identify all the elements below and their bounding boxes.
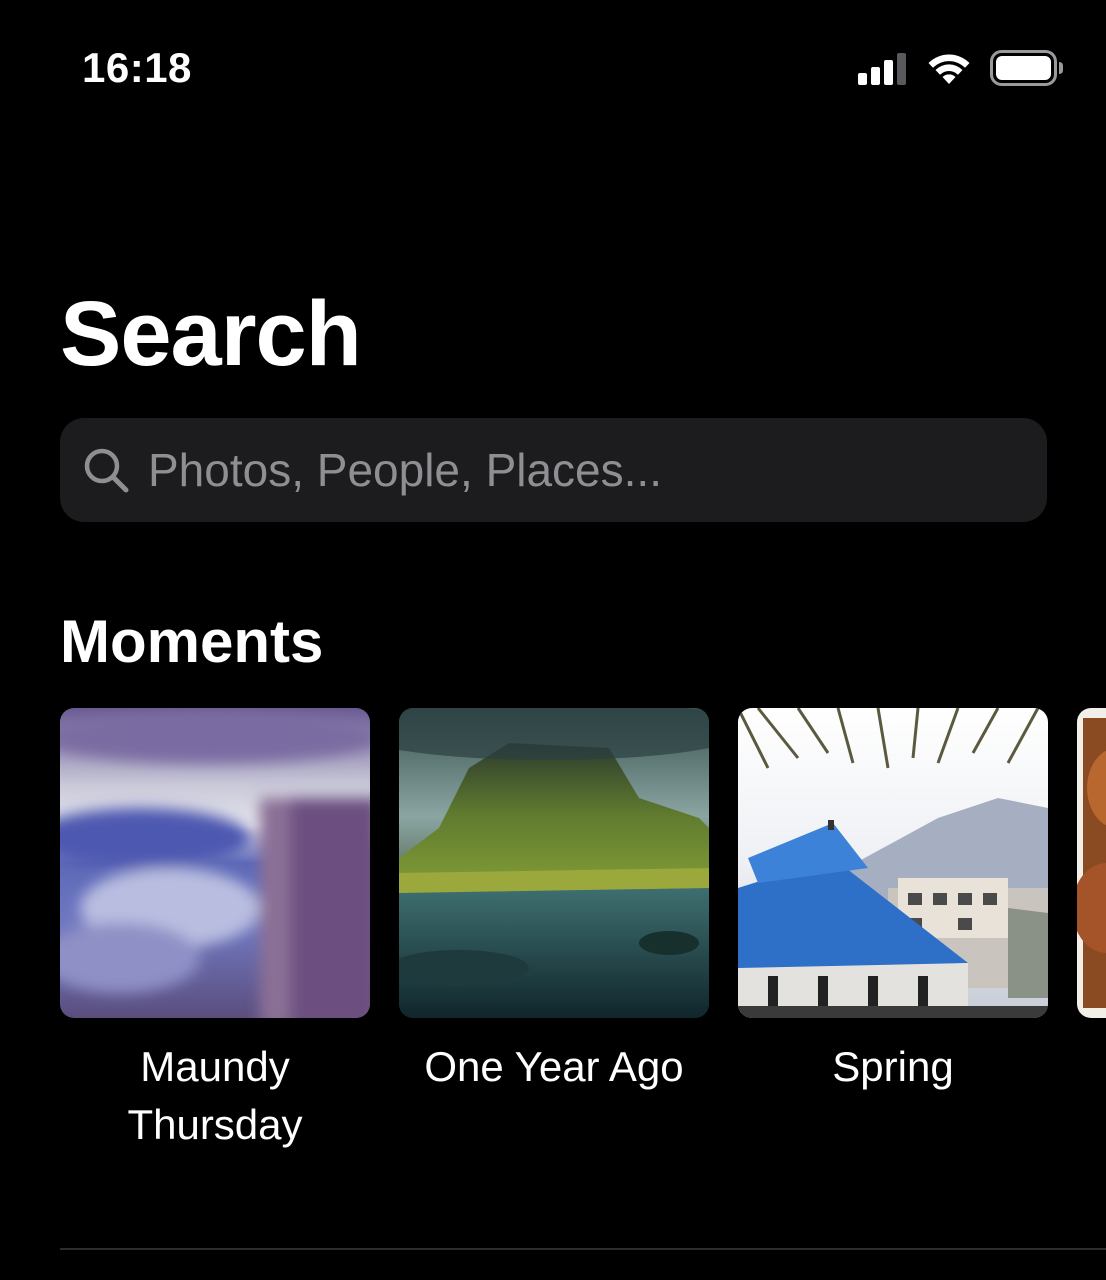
moment-thumbnail[interactable] (399, 708, 709, 1018)
search-input[interactable] (148, 435, 1047, 505)
wifi-icon (928, 54, 970, 84)
status-time: 16:18 (82, 44, 192, 91)
moment-card-maundy-thursday[interactable]: Maundy Thursday (60, 708, 370, 1154)
moment-thumbnail[interactable] (738, 708, 1048, 1018)
cellular-signal-icon (858, 53, 906, 85)
moment-thumbnail[interactable] (60, 708, 370, 1018)
moments-carousel[interactable]: Maundy Thursday One Year Ago Spring (60, 708, 1106, 1168)
moments-section-title: Moments (60, 608, 324, 675)
moment-label: One Year Ago (424, 1043, 684, 1090)
page-title: Search (60, 283, 362, 385)
magnifying-glass-icon (84, 448, 129, 493)
moment-card-one-year-ago[interactable]: One Year Ago (399, 708, 709, 1096)
moment-label: Spring (832, 1043, 954, 1090)
battery-icon (990, 50, 1063, 86)
moment-thumbnail[interactable] (1077, 708, 1106, 1018)
moment-card-partial[interactable] (1077, 708, 1106, 1038)
status-bar: 16:18 (0, 0, 1106, 140)
search-bar[interactable] (60, 418, 1047, 522)
section-divider (60, 1248, 1106, 1250)
status-icons (858, 48, 1064, 88)
moment-card-spring[interactable]: Spring (738, 708, 1048, 1096)
moment-label: Maundy Thursday (127, 1043, 303, 1148)
